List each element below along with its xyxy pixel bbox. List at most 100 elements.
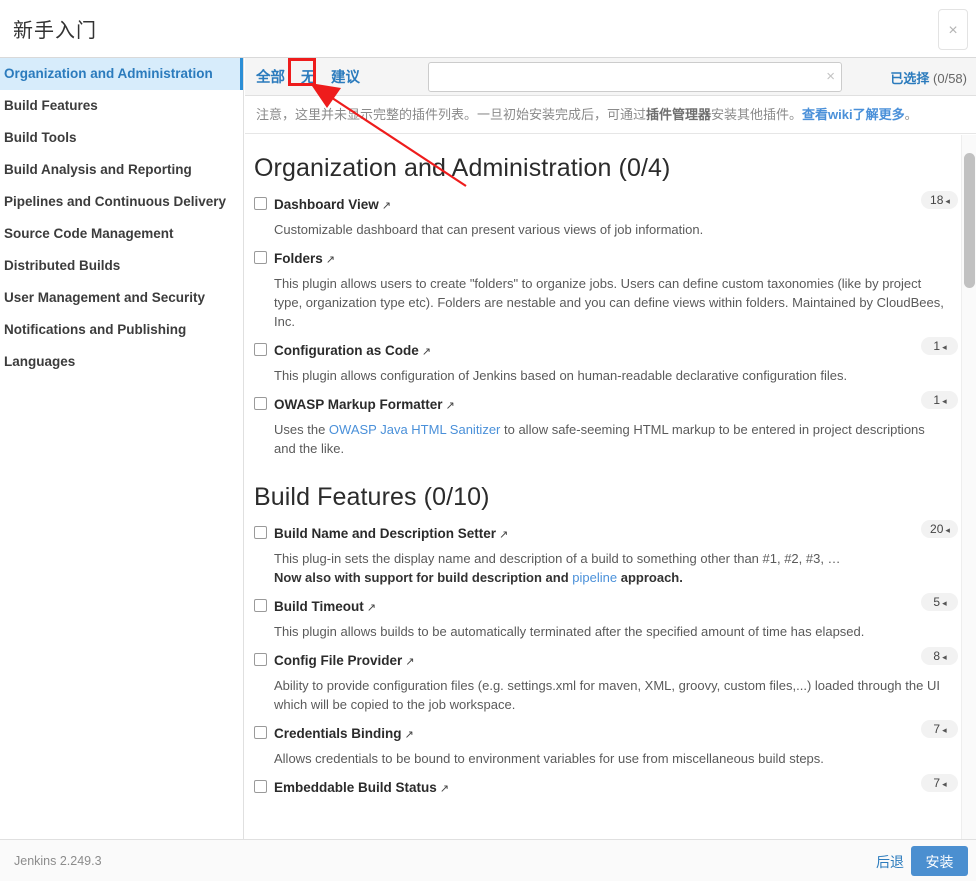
plugin-name: Build Timeout [274,599,364,614]
plugin-row: 18 ◂ Dashboard View ↗ Customizable dashboard… [254,191,958,245]
plugin-header: Build Timeout ↗ [254,598,958,617]
wizard-body: Organization and Administration Build Fe… [0,58,976,839]
filter-tabbar: 全部 无 建议 × 已选择 (0/58) [245,58,976,96]
external-link-icon[interactable]: ↗ [405,656,414,668]
description-strong: approach. [617,570,683,585]
notice-bold: 插件管理器 [646,107,712,122]
plugin-name: Folders [274,251,323,266]
plugin-header: Configuration as Code ↗ [254,342,958,361]
description-text: This plugin allows configuration of Jenk… [274,368,848,383]
sidebar-item-label: Languages [4,354,76,369]
sidebar-item-user-management-and-security[interactable]: User Management and Security [0,282,243,314]
plugin-row: 1 ◂ OWASP Markup Formatter ↗ Uses the OWASP … [254,391,958,464]
wizard-header: 新手入门 × [0,0,976,58]
tab-none[interactable]: 无 [301,66,316,87]
plugin-checkbox[interactable] [254,526,267,539]
selected-count-value: (0/58) [933,71,967,86]
section-title: Organization and Administration (0/4) [254,154,671,182]
vertical-scrollbar[interactable] [961,135,976,839]
description-link[interactable]: OWASP Java HTML Sanitizer [329,422,500,437]
sidebar-item-build-tools[interactable]: Build Tools [0,122,243,154]
plugin-name: Embeddable Build Status [274,780,437,795]
plugin-description: This plugin allows configuration of Jenk… [254,366,946,385]
plugin-row: 7 ◂ Embeddable Build Status ↗ [254,774,958,804]
install-button[interactable]: 安装 [911,846,968,876]
sidebar-item-source-code-management[interactable]: Source Code Management [0,218,243,250]
search-input[interactable] [428,62,842,92]
external-link-icon[interactable]: ↗ [446,400,455,412]
external-link-icon[interactable]: ↗ [440,783,449,795]
plugin-row: 20 ◂ Build Name and Description Setter ↗ Thi… [254,520,958,593]
category-sidebar: Organization and Administration Build Fe… [0,58,244,839]
description-link[interactable]: pipeline [572,570,617,585]
sidebar-item-notifications-and-publishing[interactable]: Notifications and Publishing [0,314,243,346]
plugin-description: Ability to provide configuration files (… [254,676,946,714]
plugin-checkbox[interactable] [254,726,267,739]
sidebar-item-build-analysis-and-reporting[interactable]: Build Analysis and Reporting [0,154,243,186]
plugin-checkbox[interactable] [254,599,267,612]
external-link-icon[interactable]: ↗ [405,729,414,741]
sidebar-item-distributed-builds[interactable]: Distributed Builds [0,250,243,282]
selected-count-label[interactable]: 已选择 [890,71,929,86]
plugin-header: Credentials Binding ↗ [254,725,958,744]
scrollbar-thumb[interactable] [964,153,975,288]
external-link-icon[interactable]: ↗ [422,346,431,358]
clear-icon[interactable]: × [826,67,835,87]
external-link-icon[interactable]: ↗ [382,200,391,212]
sidebar-item-label: Pipelines and Continuous Delivery [4,194,227,209]
sidebar-item-pipelines-and-continuous-delivery[interactable]: Pipelines and Continuous Delivery [0,186,243,218]
plugin-row: 5 ◂ Build Timeout ↗ This plugin allows build… [254,593,958,647]
description-text: This plugin allows builds to be automati… [274,624,865,639]
plugin-name: Configuration as Code [274,343,419,358]
close-icon[interactable]: × [938,9,968,50]
plugin-checkbox[interactable] [254,397,267,410]
plugin-header: Config File Provider ↗ [254,652,958,671]
plugin-checkbox[interactable] [254,197,267,210]
plugin-name: Dashboard View [274,197,379,212]
description-text: This plug-in sets the display name and d… [274,551,841,566]
tab-suggested[interactable]: 建议 [331,66,360,87]
sidebar-item-organization-and-administration[interactable]: Organization and Administration [0,58,243,90]
plugin-list-scroll[interactable]: Organization and Administration (0/4) 18 ◂… [245,135,976,839]
plugin-description: This plugin allows builds to be automati… [254,622,946,641]
plugin-header: Embeddable Build Status ↗ [254,779,958,798]
plugin-row: 8 ◂ Config File Provider ↗ Ability to provid… [254,647,958,720]
plugin-description: Customizable dashboard that can present … [254,220,946,239]
sidebar-item-label: Notifications and Publishing [4,322,187,337]
external-link-icon[interactable]: ↗ [499,529,508,541]
description-text: Ability to provide configuration files (… [274,678,940,712]
external-link-icon[interactable]: ↗ [367,602,376,614]
plugin-checkbox[interactable] [254,251,267,264]
plugin-name: OWASP Markup Formatter [274,397,443,412]
plugin-list: Organization and Administration (0/4) 18 ◂… [245,154,976,804]
plugin-checkbox[interactable] [254,780,267,793]
selected-count: 已选择 (0/58) [890,68,967,87]
plugin-checkbox[interactable] [254,343,267,356]
back-button[interactable]: 后退 [876,852,904,872]
description-text: This plugin allows users to create "fold… [274,276,944,329]
sidebar-item-label: Build Tools [4,130,77,145]
sidebar-item-languages[interactable]: Languages [0,346,243,378]
plugin-description: Allows credentials to be bound to enviro… [254,749,946,768]
sidebar-item-label: Organization and Administration [4,66,213,81]
plugin-row: Folders ↗ This plugin allows users to crea… [254,245,958,337]
plugin-description: This plug-in sets the display name and d… [254,549,946,587]
plugin-name: Build Name and Description Setter [274,526,497,541]
description-text: Customizable dashboard that can present … [274,222,704,237]
sidebar-item-build-features[interactable]: Build Features [0,90,243,122]
tab-all[interactable]: 全部 [256,66,285,87]
sidebar-item-label: Distributed Builds [4,258,121,273]
external-link-icon[interactable]: ↗ [326,254,335,266]
wiki-link[interactable]: 查看wiki了解更多 [802,107,905,122]
sidebar-item-label: User Management and Security [4,290,206,305]
wizard-footer: Jenkins 2.249.3 后退 安装 [0,839,976,881]
sidebar-item-label: Build Features [4,98,98,113]
notice-part2: 安装其他插件。 [711,107,803,122]
plugin-checkbox[interactable] [254,653,267,666]
plugin-panel: 全部 无 建议 × 已选择 (0/58) 注意，这里并未显示完整的插件列表。一旦… [245,58,976,839]
description-text: Uses the [274,422,329,437]
notice-part3: 。 [904,107,918,122]
plugin-name: Credentials Binding [274,726,402,741]
description-text: Allows credentials to be bound to enviro… [274,751,824,766]
section-title: Build Features (0/10) [254,483,490,511]
